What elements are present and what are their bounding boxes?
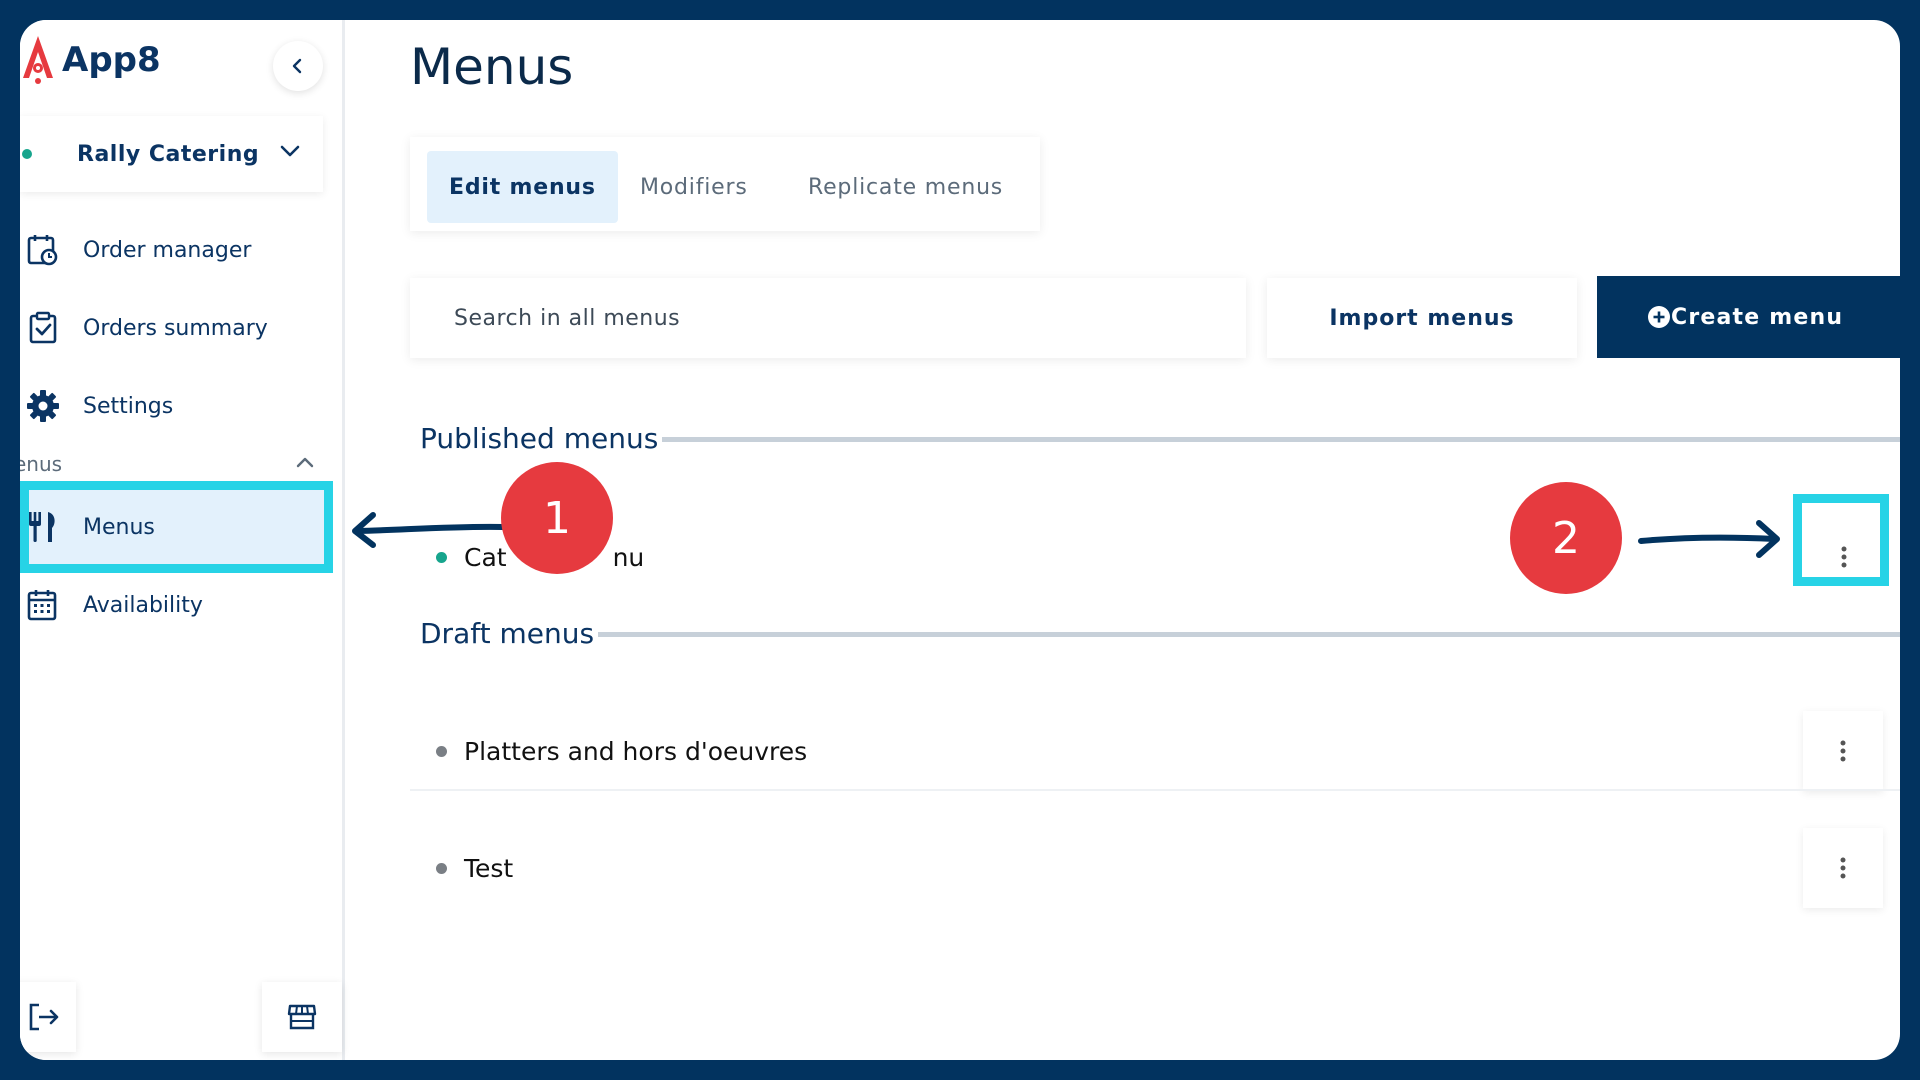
sidebar-item-label: Settings bbox=[83, 393, 174, 419]
plus-circle-icon bbox=[1648, 306, 1670, 328]
menu-name: Test bbox=[464, 853, 514, 883]
sidebar: App8 Rally Catering Order manager Orders… bbox=[20, 20, 345, 1060]
sidebar-item-orders-summary[interactable]: Orders summary bbox=[20, 298, 320, 358]
sidebar-item-menus[interactable]: Menus bbox=[20, 497, 320, 557]
list-item[interactable]: Platters and hors d'oeuvres bbox=[420, 711, 1900, 791]
list-item[interactable]: Test bbox=[420, 828, 1900, 908]
store-button[interactable] bbox=[262, 982, 342, 1052]
sidebar-item-label: Menus bbox=[83, 514, 155, 540]
chevron-down-icon bbox=[280, 145, 300, 157]
menu-options-button[interactable] bbox=[1803, 711, 1883, 791]
arrow-right-annotation bbox=[1638, 520, 1780, 558]
arrow-left-annotation bbox=[352, 512, 506, 548]
draft-menus-heading: Draft menus bbox=[420, 617, 595, 650]
clipboard-check-icon bbox=[29, 311, 57, 344]
row-divider bbox=[410, 789, 1900, 791]
calendar-clock-icon bbox=[27, 235, 58, 266]
more-vertical-icon bbox=[1840, 857, 1846, 879]
chevron-left-icon bbox=[292, 58, 302, 74]
sidebar-item-availability[interactable]: Availability bbox=[20, 575, 320, 635]
create-menu-label: Create menu bbox=[1671, 304, 1844, 330]
page-title: Menus bbox=[410, 38, 574, 96]
logout-button[interactable] bbox=[20, 982, 76, 1052]
tab-edit-menus[interactable]: Edit menus bbox=[427, 151, 618, 223]
sidebar-item-order-manager[interactable]: Order manager bbox=[20, 220, 320, 280]
tab-replicate-menus[interactable]: Replicate menus bbox=[808, 151, 1003, 223]
fork-knife-icon bbox=[29, 512, 55, 542]
sidebar-item-settings[interactable]: Settings bbox=[20, 376, 320, 436]
section-divider bbox=[662, 437, 1900, 442]
status-dot bbox=[22, 149, 32, 159]
gear-icon bbox=[27, 390, 59, 422]
account-name: Rally Catering bbox=[77, 141, 260, 167]
highlight-box-options bbox=[1793, 494, 1889, 586]
app-window: App8 Rally Catering Order manager Orders… bbox=[20, 20, 1900, 1060]
published-menus-heading: Published menus bbox=[420, 422, 659, 455]
logo: App8 bbox=[20, 34, 161, 86]
import-menus-button[interactable]: Import menus bbox=[1267, 278, 1577, 358]
account-switcher[interactable]: Rally Catering bbox=[20, 116, 323, 192]
menu-options-button[interactable] bbox=[1803, 828, 1883, 908]
more-vertical-icon bbox=[1840, 740, 1846, 762]
search-input[interactable]: Search in all menus bbox=[410, 278, 1246, 358]
sidebar-item-label: Orders summary bbox=[83, 315, 268, 341]
collapse-sidebar-button[interactable] bbox=[273, 41, 323, 91]
step-badge-1: 1 bbox=[501, 462, 613, 574]
create-menu-button[interactable]: Create menu bbox=[1597, 276, 1900, 358]
section-label-menus: enus bbox=[20, 452, 63, 476]
chevron-up-icon[interactable] bbox=[296, 456, 314, 468]
draft-status-dot bbox=[436, 862, 447, 874]
menu-tabs: Edit menus Modifiers Replicate menus bbox=[410, 137, 1040, 231]
step-badge-2: 2 bbox=[1510, 482, 1622, 594]
menu-name: Platters and hors d'oeuvres bbox=[464, 736, 808, 766]
tab-modifiers[interactable]: Modifiers bbox=[640, 151, 748, 223]
draft-status-dot bbox=[436, 745, 447, 757]
sidebar-item-label: Availability bbox=[83, 592, 203, 618]
rocket-logo-icon bbox=[23, 36, 53, 84]
store-icon bbox=[287, 1004, 317, 1030]
logout-icon bbox=[29, 1003, 59, 1031]
section-divider bbox=[598, 632, 1900, 637]
app-name: App8 bbox=[62, 40, 161, 80]
sidebar-item-label: Order manager bbox=[83, 237, 252, 263]
calendar-icon bbox=[27, 590, 57, 621]
